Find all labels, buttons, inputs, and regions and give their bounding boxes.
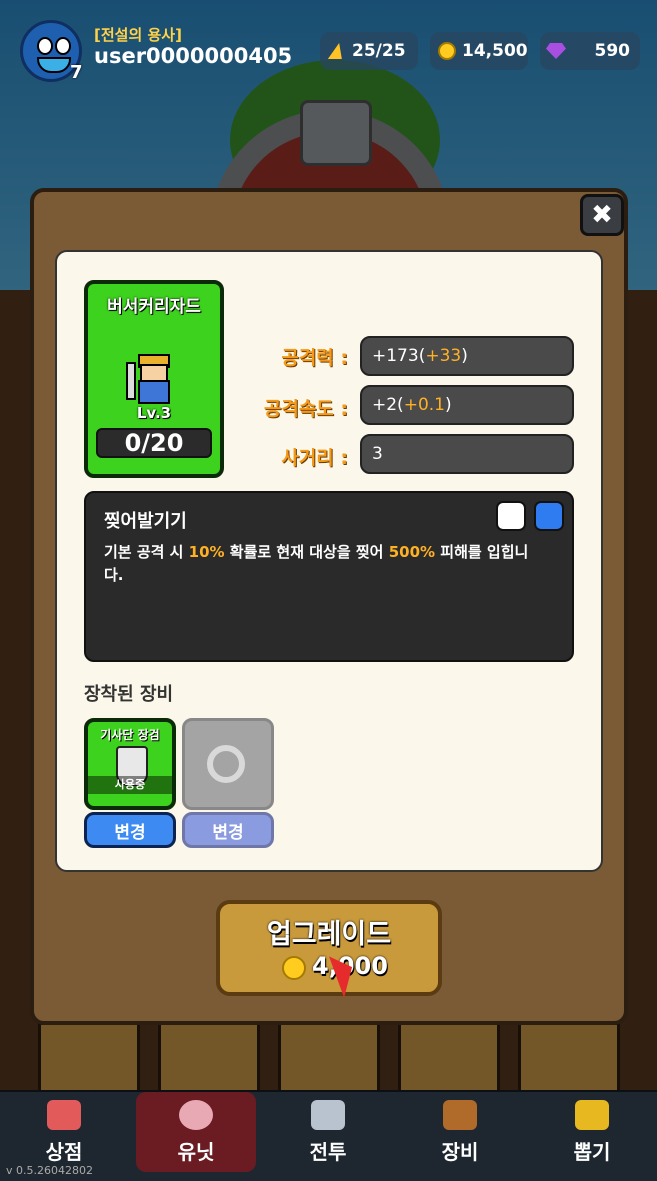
change-weapon-button[interactable]: 변경	[84, 812, 176, 848]
unit-card-progress: 0/20	[96, 428, 212, 458]
attack-speed-close: )	[444, 395, 452, 415]
avatar-eye	[37, 37, 53, 55]
skill-tag-blue	[534, 501, 564, 531]
skill-tag-white	[496, 501, 526, 531]
avatar-eye	[55, 37, 71, 55]
nav-gacha[interactable]: 뽑기	[532, 1092, 652, 1172]
coin-icon	[282, 956, 306, 980]
ring-icon	[207, 745, 245, 783]
equipment-slot-weapon[interactable]: 기사단 장검 사용중	[84, 718, 176, 810]
player-level: 7	[70, 62, 83, 83]
version-label: v 0.5.26042802	[6, 1164, 93, 1177]
sprite-body	[138, 380, 170, 404]
player-title: [전설의 용사]	[94, 26, 182, 44]
skill-desc-part: 기본 공격 시	[104, 543, 189, 561]
skill-box: 찢어발기기 기본 공격 시 10% 확률로 현재 대상을 찢어 500% 피해를…	[84, 491, 574, 662]
gem-value: 590	[594, 41, 631, 61]
sword-icon	[126, 362, 136, 400]
attack-speed-label: 공격속도 :	[263, 398, 348, 420]
upgrade-label: 업그레이드	[266, 919, 392, 950]
unit-icon	[179, 1099, 213, 1130]
coin-icon	[438, 42, 456, 60]
close-icon: ✖	[591, 200, 613, 230]
close-button[interactable]: ✖	[580, 194, 624, 236]
unit-name: 버서커리자드	[107, 297, 201, 317]
equipment-slot-accessory[interactable]	[182, 718, 274, 810]
skill-name: 찢어발기기	[104, 511, 187, 532]
gem-icon	[546, 43, 566, 59]
gacha-icon	[575, 1099, 609, 1130]
upgrade-button[interactable]: 업그레이드 4,000	[216, 900, 442, 996]
equipment-icon	[443, 1099, 477, 1130]
skill-damage: 500%	[388, 543, 436, 561]
nav-label: 유닛	[177, 1139, 215, 1164]
skill-proc-chance: 10%	[188, 543, 225, 561]
attack-base: +173(	[372, 346, 426, 366]
nav-label: 상점	[45, 1139, 83, 1164]
range-label: 사거리 :	[281, 447, 348, 469]
energy-value: 25/25	[352, 41, 406, 61]
attack-speed-bonus: +0.1	[403, 395, 445, 415]
attack-bonus: +33	[425, 346, 462, 366]
skill-description: 기본 공격 시 10% 확률로 현재 대상을 찢어 500% 피해를 입힙니다.	[104, 541, 544, 587]
coin-counter[interactable]: 14,500	[430, 32, 528, 70]
nav-unit[interactable]: 유닛	[136, 1092, 256, 1172]
avatar-mouth	[37, 57, 71, 73]
coin-value: 14,500	[462, 41, 528, 61]
equipment-title: 장착된 장비	[84, 684, 174, 705]
attack-speed-base: +2(	[372, 395, 404, 415]
attack-label: 공격력 :	[281, 347, 348, 369]
shop-icon	[47, 1099, 81, 1130]
attack-value: +173(+33)	[360, 336, 574, 376]
equipment-in-use: 사용중	[88, 776, 172, 794]
unit-level: Lv.3	[136, 404, 172, 422]
range-base: 3	[372, 444, 383, 464]
range-value: 3	[360, 434, 574, 474]
nav-equipment[interactable]: 장비	[400, 1092, 520, 1172]
nav-label: 전투	[309, 1139, 347, 1164]
player-username: user0000000405	[94, 44, 293, 68]
battle-icon	[311, 1099, 345, 1130]
skill-desc-part: 확률로 현재 대상을 찢어	[224, 543, 389, 561]
attack-speed-value: +2(+0.1)	[360, 385, 574, 425]
nav-battle[interactable]: 전투	[268, 1092, 388, 1172]
change-accessory-button[interactable]: 변경	[182, 812, 274, 848]
nav-shop[interactable]: 상점	[4, 1092, 124, 1172]
nav-label: 뽑기	[573, 1139, 611, 1164]
lightning-icon	[327, 43, 347, 59]
nav-label: 장비	[441, 1139, 479, 1164]
gem-counter[interactable]: 590	[540, 32, 640, 70]
unit-card: 버서커리자드 Lv.3 0/20	[84, 280, 224, 478]
unit-sprite	[126, 354, 172, 404]
equipment-name: 기사단 장검	[100, 728, 160, 742]
attack-close: )	[461, 346, 468, 366]
energy-counter[interactable]: 25/25	[320, 32, 418, 70]
